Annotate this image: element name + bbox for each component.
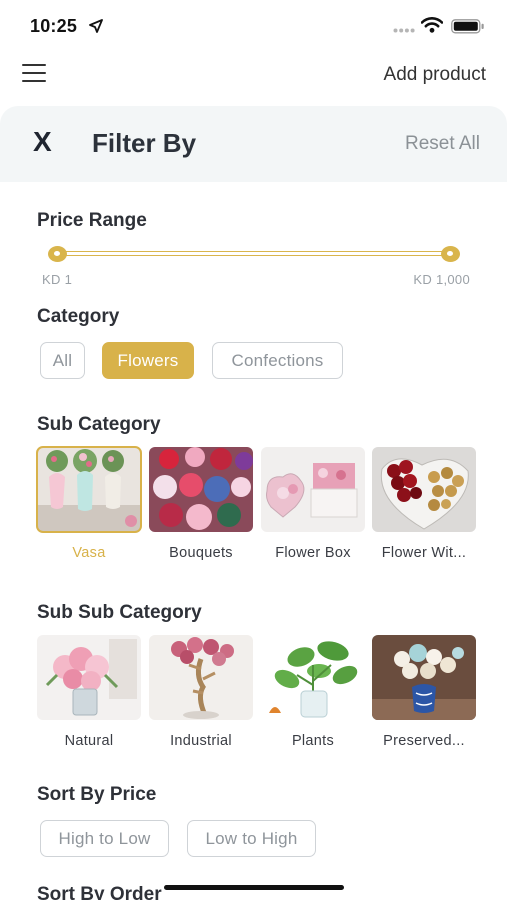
sub-category-label-flower-with: Flower Wit... [381, 545, 467, 561]
category-chip-flowers[interactable]: Flowers [102, 342, 194, 379]
sub-sub-category-industrial-image[interactable] [149, 635, 253, 720]
sub-category-label-vasa: Vasa [72, 545, 106, 561]
price-range-title: Price Range [37, 210, 147, 231]
home-indicator [164, 885, 344, 890]
price-max-label: KD 1,000 [413, 272, 470, 287]
sort-by-order-title: Sort By Order [37, 884, 162, 900]
price-range-slider[interactable] [48, 246, 460, 264]
sub-category-flower-with-image[interactable] [372, 447, 476, 532]
slider-track [58, 251, 450, 256]
price-min-label: KD 1 [42, 272, 73, 287]
sub-sub-category-plants-image[interactable] [261, 635, 365, 720]
status-time: 10:25 [30, 16, 78, 36]
slider-min-handle[interactable] [48, 246, 67, 262]
sub-sub-category-label-plants: Plants [291, 733, 335, 749]
sub-sub-category-natural-image[interactable] [37, 635, 141, 720]
close-icon[interactable]: X [33, 126, 52, 158]
add-product-button[interactable]: Add product [384, 64, 486, 86]
category-chip-confections[interactable]: Confections [212, 342, 343, 379]
signal-icon [393, 28, 415, 33]
sub-category-vasa-image[interactable] [36, 446, 142, 533]
category-chip-all[interactable]: All [40, 342, 85, 379]
sub-sub-category-label-natural: Natural [64, 733, 114, 749]
sub-category-bouquets-image[interactable] [149, 447, 253, 532]
sub-sub-category-label-preserved: Preserved... [383, 733, 465, 749]
filter-header: X Filter By Reset All [0, 106, 507, 182]
sub-category-flower-box-image[interactable] [261, 447, 365, 532]
location-arrow-icon [89, 19, 103, 33]
sub-sub-category-preserved-image[interactable] [372, 635, 476, 720]
category-title: Category [37, 306, 120, 327]
wifi-icon [421, 17, 443, 33]
sub-sub-category-title: Sub Sub Category [37, 602, 202, 623]
status-bar: 10:25 [0, 0, 507, 50]
sort-high-to-low-chip[interactable]: High to Low [40, 820, 169, 857]
filter-title: Filter By [92, 128, 197, 158]
slider-max-handle[interactable] [441, 246, 460, 262]
sub-category-label-bouquets: Bouquets [169, 545, 233, 561]
sort-by-price-title: Sort By Price [37, 784, 157, 805]
sub-sub-category-label-industrial: Industrial [170, 733, 232, 749]
battery-icon [451, 19, 484, 34]
sub-category-label-flower-box: Flower Box [275, 545, 351, 561]
reset-all-button[interactable]: Reset All [405, 133, 480, 155]
app-header: Add product [0, 52, 507, 102]
sub-category-title: Sub Category [37, 414, 161, 435]
hamburger-menu-icon[interactable] [22, 64, 46, 84]
sort-low-to-high-chip[interactable]: Low to High [187, 820, 316, 857]
